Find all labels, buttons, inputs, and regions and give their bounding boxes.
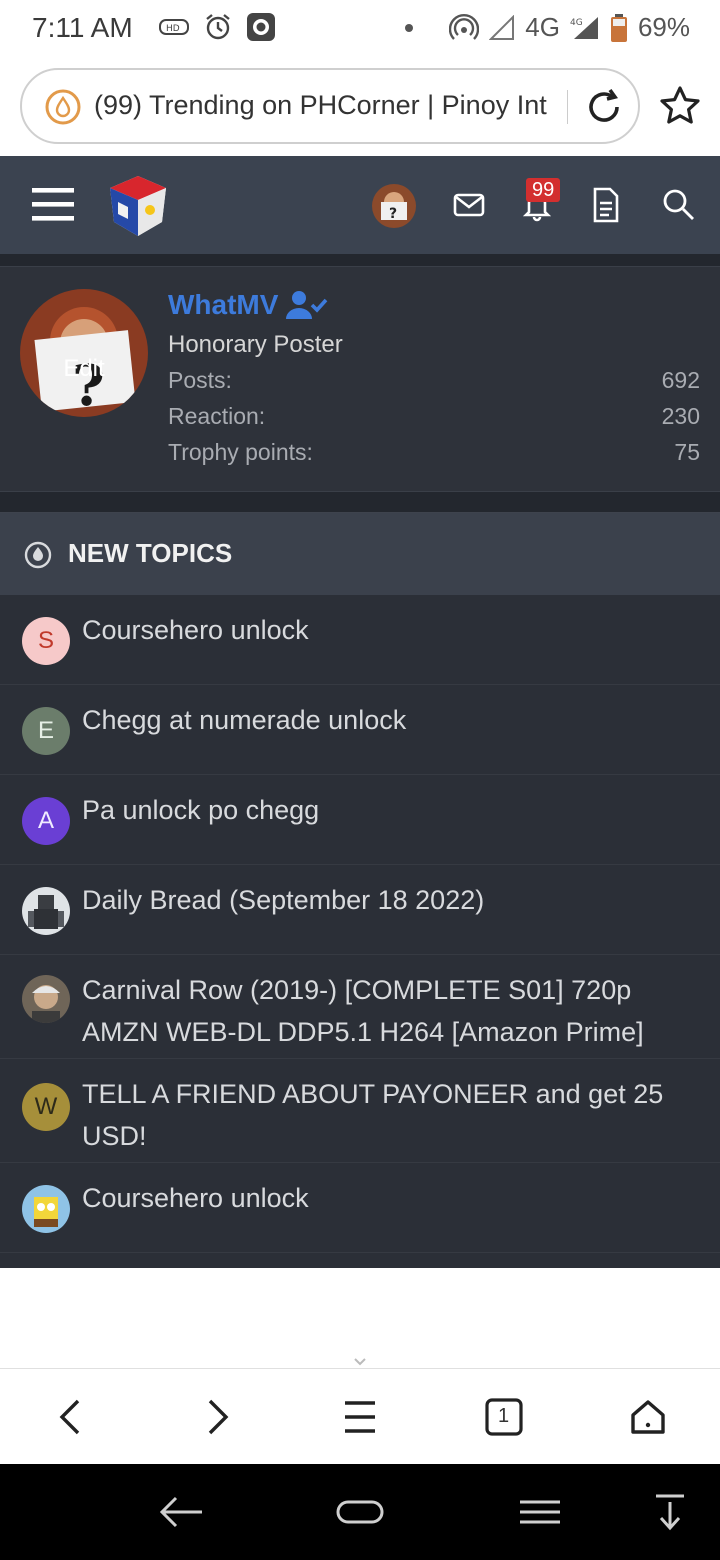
browser-menu-icon[interactable] [340,1397,380,1437]
topic-title[interactable]: Chegg at numerade unlock [82,699,702,741]
character-avatar-image [22,975,70,1023]
topic-row[interactable]: W TELL A FRIEND ABOUT PAYONEER and get 2… [0,1059,720,1163]
avatar-letter: S [37,627,54,654]
topic-row[interactable]: Coursehero unlock [0,1163,720,1253]
new-topics-heading: NEW TOPICS [68,538,233,568]
topic-avatar[interactable] [22,975,70,1023]
stat-value: 75 [674,439,700,465]
profile-avatar[interactable]: ? [20,289,148,417]
verified-user-icon [286,291,328,319]
site-header: ? 99 [0,156,720,254]
search-icon[interactable] [660,186,696,222]
topic-row[interactable]: S Coursehero unlock [0,595,720,685]
avatar-letter: E [37,717,54,744]
status-icons-right: 4G 4G 69% [403,12,690,43]
alarm-icon [206,14,230,40]
stat-value: 230 [661,403,700,429]
status-bar: 7:11 AM HD 4G 4G 69% [0,0,720,58]
tab-count: 1 [498,1405,510,1427]
topic-avatar[interactable] [22,1185,70,1233]
battery-percent: 69% [637,12,690,42]
svg-text:HD: HD [166,24,180,34]
system-back-icon[interactable] [156,1492,204,1532]
stat-posts: Posts: 692 [168,367,700,394]
svg-text:?: ? [389,206,397,222]
stat-reaction: Reaction: 230 [168,403,700,430]
fire-icon [24,541,52,569]
status-icons-left: HD [158,12,276,42]
topic-title[interactable]: TELL A FRIEND ABOUT PAYONEER and get 25 … [82,1073,702,1157]
hotspot-icon [449,13,480,40]
battery-icon [610,13,627,42]
notification-count-badge: 99 [526,178,561,202]
cartoon-avatar-image [22,1185,70,1233]
dot-icon [405,23,414,32]
system-home-icon[interactable] [336,1492,384,1532]
browser-bottom-toolbar: 1 [0,1368,720,1464]
topic-title[interactable]: Carnival Row (2019-) [COMPLETE S01] 720p… [82,969,702,1053]
topic-title[interactable]: Coursehero unlock [82,609,702,651]
topic-row[interactable]: A Pa unlock po chegg [0,775,720,865]
stat-label: Trophy points: [168,439,313,465]
page-title-text: (99) Trending on PHCorner | Pinoy Int [94,90,547,120]
svg-text:4G: 4G [570,18,583,28]
collapse-chevron-icon[interactable] [352,1356,368,1368]
system-recents-icon[interactable] [518,1492,562,1532]
back-arrow-icon[interactable] [52,1397,92,1437]
new-topics-widget: NEW TOPICS S Coursehero unlock E Chegg a… [0,512,720,1268]
system-navigation-bar [0,1464,720,1560]
status-time: 7:11 AM [32,12,133,43]
reload-icon[interactable] [584,86,624,128]
topic-title[interactable]: Pa unlock po chegg [82,789,702,831]
user-avatar-small[interactable]: ? [372,184,416,228]
topic-title[interactable]: Coursehero unlock [82,1177,702,1219]
page-content: ? Edit WhatMV Honorary Poster Posts: 692… [0,254,720,1268]
topic-avatar[interactable]: E [22,707,70,755]
new-topics-header: NEW TOPICS [0,513,720,595]
topic-avatar[interactable] [22,887,70,935]
robot-avatar-image [22,887,70,935]
avatar-letter: A [37,807,54,834]
hamburger-menu-icon[interactable] [32,184,74,224]
browser-url-row: (99) Trending on PHCorner | Pinoy Int [0,58,720,156]
whats-new-document-icon[interactable] [592,186,620,224]
tabs-button[interactable]: 1 [484,1397,524,1437]
stat-label: Reaction: [168,403,266,429]
site-favicon-icon [45,89,81,125]
home-icon[interactable] [628,1397,668,1437]
edit-avatar-label[interactable]: Edit [20,355,148,383]
address-divider [567,90,568,124]
topic-title[interactable]: Daily Bread (September 18 2022) [82,879,702,921]
topic-avatar[interactable]: S [22,617,70,665]
stat-label: Posts: [168,367,232,393]
cast-icon: HD [159,19,189,35]
topic-avatar[interactable]: W [22,1083,70,1131]
profile-user-title: Honorary Poster [168,331,343,358]
signal-icon [489,14,515,40]
topic-row[interactable]: Carnival Row (2019-) [COMPLETE S01] 720p… [0,955,720,1059]
record-icon [247,13,275,41]
phcorner-logo-icon[interactable] [104,172,172,240]
system-notification-pull-icon[interactable] [654,1492,686,1532]
topic-row[interactable]: Daily Bread (September 18 2022) [0,865,720,955]
inbox-envelope-icon[interactable] [452,188,486,222]
signal-4g-icon: 4G [570,16,598,39]
stat-trophy-points: Trophy points: 75 [168,439,700,466]
blank-area [0,1268,720,1368]
bookmark-star-icon[interactable] [658,84,702,128]
topic-avatar[interactable]: A [22,797,70,845]
topic-row[interactable]: E Chegg at numerade unlock [0,685,720,775]
profile-card: ? Edit WhatMV Honorary Poster Posts: 692… [0,266,720,492]
avatar-letter: W [34,1093,58,1120]
address-bar[interactable]: (99) Trending on PHCorner | Pinoy Int [20,68,640,144]
forward-arrow-icon[interactable] [196,1397,236,1437]
stat-value: 692 [661,367,700,393]
network-label: 4G [525,12,560,42]
profile-username[interactable]: WhatMV [168,289,278,321]
